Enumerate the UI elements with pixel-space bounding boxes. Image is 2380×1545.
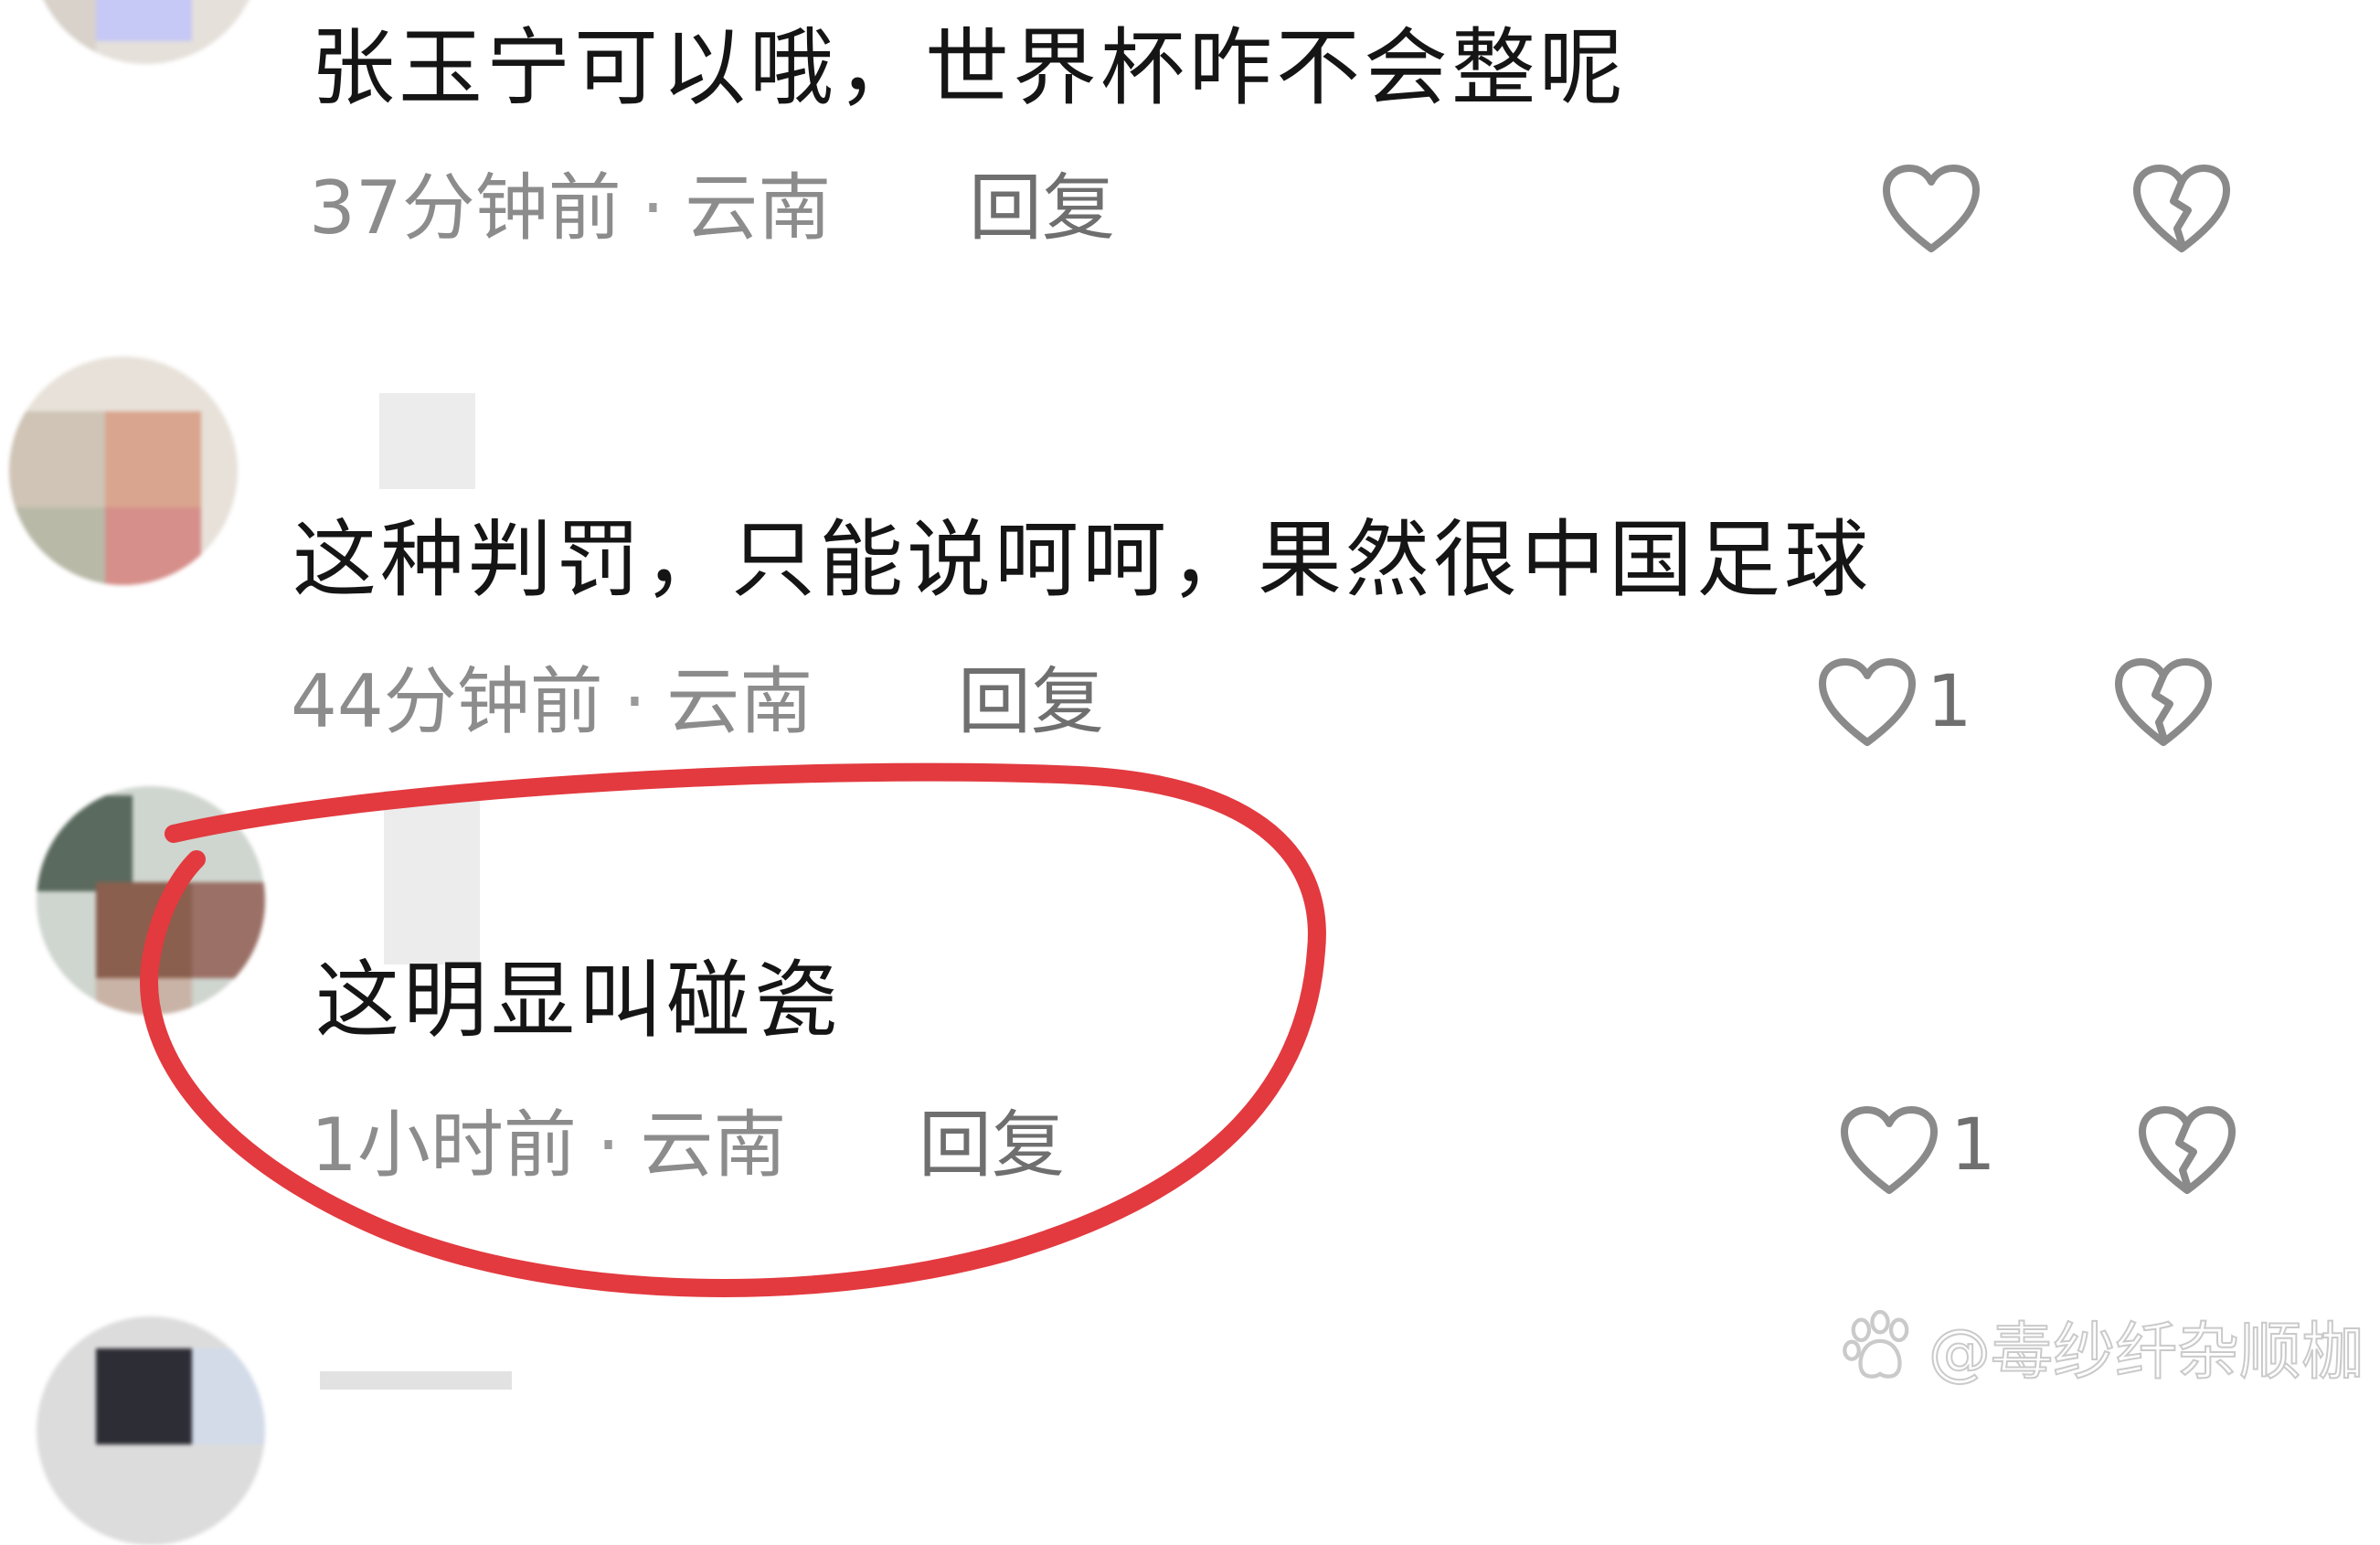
comment-item: 这明显叫碰瓷 1小时前 · 云南 回复 1	[0, 786, 2380, 1262]
avatar[interactable]	[32, 0, 260, 64]
comment-item: 张玉宁可以哦，世界杯咋不会整呢 37分钟前 · 云南 回复	[0, 0, 2380, 302]
broken-heart-icon[interactable]	[2137, 1106, 2237, 1198]
reply-button[interactable]: 回复	[958, 658, 1104, 746]
paw-icon	[1843, 1309, 1909, 1379]
comment-time: 1小时前	[311, 1103, 577, 1188]
meta-separator: ·	[641, 165, 665, 250]
reply-button[interactable]: 回复	[969, 165, 1115, 252]
broken-heart-icon[interactable]	[2113, 658, 2214, 750]
username-placeholder	[320, 1371, 512, 1390]
comment-text: 张玉宁可以哦，世界杯咋不会整呢	[311, 19, 1628, 117]
comment-time: 44分钟前	[291, 659, 603, 744]
watermark-text: @毒纱纤杂顺枷	[1928, 1316, 2364, 1390]
comment-meta: 1小时前 · 云南	[311, 1102, 786, 1189]
avatar[interactable]	[9, 357, 238, 585]
comment-meta: 37分钟前 · 云南	[309, 165, 831, 252]
reply-button[interactable]: 回复	[919, 1102, 1065, 1189]
comment-location: 云南	[640, 1103, 787, 1188]
watermark: @毒纱纤杂顺枷	[1841, 1300, 2364, 1391]
comment-text: 这明显叫碰瓷	[315, 952, 843, 1050]
like-count: 1	[1927, 661, 1972, 743]
like-count: 1	[1950, 1104, 1996, 1187]
broken-heart-icon[interactable]	[2131, 165, 2232, 256]
avatar[interactable]	[37, 1316, 265, 1545]
comment-meta: 44分钟前 · 云南	[291, 658, 813, 746]
comment-item: 这种判罚，只能说呵呵，果然很中国足球 44分钟前 · 云南 回复 1	[0, 347, 2380, 786]
heart-outline-icon[interactable]	[1817, 658, 1918, 750]
meta-separator: ·	[596, 1103, 621, 1188]
comment-text: 这种判罚，只能说呵呵，果然很中国足球	[292, 511, 1873, 609]
meta-separator: ·	[622, 659, 647, 744]
avatar[interactable]	[37, 786, 265, 1015]
comment-time: 37分钟前	[309, 165, 622, 250]
comment-location: 云南	[666, 659, 813, 744]
heart-outline-icon[interactable]	[1839, 1106, 1939, 1198]
comment-location: 云南	[685, 165, 832, 250]
username-placeholder	[379, 393, 475, 489]
username-placeholder	[384, 791, 480, 964]
heart-outline-icon[interactable]	[1881, 165, 1982, 256]
